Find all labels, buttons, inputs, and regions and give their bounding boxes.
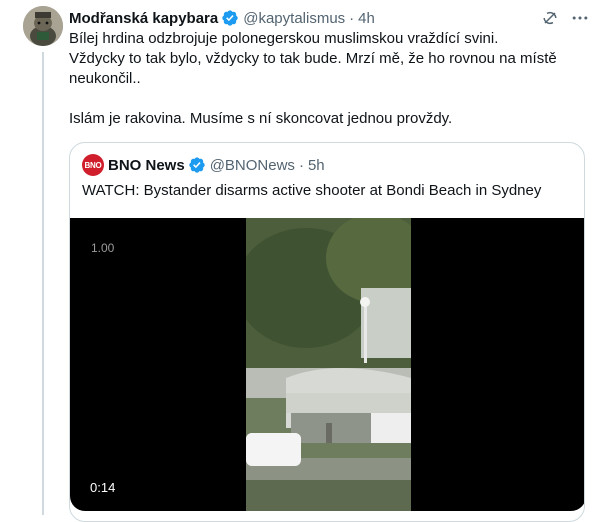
quoted-author-handle[interactable]: @BNONews bbox=[210, 157, 295, 174]
separator-dot: · bbox=[349, 9, 355, 27]
quoted-timestamp[interactable]: 5h bbox=[308, 157, 325, 174]
separator-dot: · bbox=[298, 156, 304, 174]
capybara-avatar-image bbox=[23, 6, 63, 46]
quoted-author-name[interactable]: BNO News bbox=[108, 157, 185, 174]
grok-icon[interactable] bbox=[540, 8, 560, 28]
quoted-tweet-text: WATCH: Bystander disarms active shooter … bbox=[82, 182, 542, 199]
video-frame-image bbox=[246, 218, 411, 511]
tweet-actions bbox=[540, 8, 590, 28]
playback-speed: 1.00 bbox=[91, 241, 115, 255]
thread-line bbox=[42, 52, 44, 515]
verified-badge-icon bbox=[189, 157, 205, 173]
author-name[interactable]: Modřanská kapybara bbox=[69, 10, 218, 27]
tweet-header: Modřanská kapybara @kapytalismus · 4h bbox=[69, 8, 375, 28]
tweet[interactable]: Modřanská kapybara @kapytalismus · 4h Bí… bbox=[0, 0, 606, 522]
more-icon[interactable] bbox=[570, 8, 590, 28]
tweet-text-line: Islám je rakovina. Musíme s ní skoncovat… bbox=[69, 110, 453, 127]
author-handle[interactable]: @kapytalismus bbox=[243, 10, 345, 27]
tweet-text: Bílej hrdina odzbrojuje polonegerskou mu… bbox=[69, 29, 579, 129]
video-player[interactable]: 1.00 0:14 bbox=[70, 218, 584, 511]
author-avatar[interactable] bbox=[23, 6, 63, 46]
verified-badge-icon bbox=[222, 10, 238, 26]
tweet-text-line: Bílej hrdina odzbrojuje polonegerskou mu… bbox=[69, 30, 499, 47]
video-duration: 0:14 bbox=[90, 480, 116, 495]
quoted-tweet[interactable]: BNO BNO News @BNONews · 5h WATCH: Bystan… bbox=[69, 142, 585, 522]
quoted-tweet-header: BNO BNO News @BNONews · 5h bbox=[82, 154, 325, 176]
tweet-text-line: neukončil.. bbox=[69, 70, 141, 87]
tweet-text-line: Vždycky to tak bylo, vždycky to tak bude… bbox=[69, 50, 557, 67]
quoted-author-avatar[interactable]: BNO bbox=[82, 154, 104, 176]
timestamp[interactable]: 4h bbox=[358, 10, 375, 27]
